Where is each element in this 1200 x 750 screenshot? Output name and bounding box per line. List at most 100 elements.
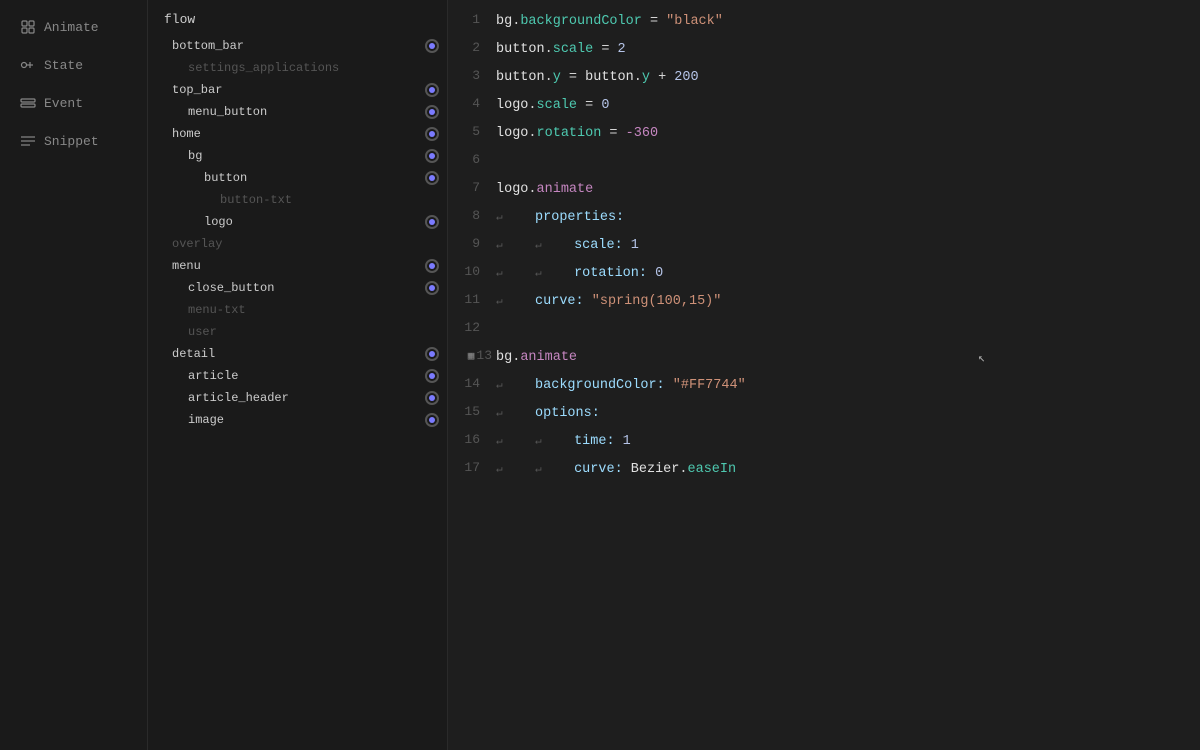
line-content-17: ↵ ↵ curve: Bezier.easeIn xyxy=(496,458,1200,480)
radio-bg[interactable] xyxy=(425,149,439,163)
code-line-1: 1 bg.backgroundColor = "black" xyxy=(448,8,1200,36)
cursor-icon: ↖ xyxy=(978,351,985,366)
nav-item-state[interactable]: State xyxy=(4,47,143,83)
nav-animate-label: Animate xyxy=(44,20,99,35)
snippet-icon xyxy=(20,133,36,149)
line-num-4: 4 xyxy=(448,94,496,111)
radio-article[interactable] xyxy=(425,369,439,383)
nav-sidebar: Animate State Event Snippet xyxy=(0,0,148,750)
code-line-11: 11 ↵ curve: "spring(100,15)" xyxy=(448,288,1200,316)
line-content-8: ↵ properties: xyxy=(496,206,1200,228)
radio-top-bar[interactable] xyxy=(425,83,439,97)
tree-item-detail[interactable]: detail xyxy=(148,343,447,365)
code-line-2: 2 button.scale = 2 xyxy=(448,36,1200,64)
code-line-6: 6 xyxy=(448,148,1200,176)
tree-label-close-button: close_button xyxy=(188,281,425,295)
code-editor[interactable]: 1 bg.backgroundColor = "black" 2 button.… xyxy=(448,0,1200,750)
line-num-2: 2 xyxy=(448,38,496,55)
line-content-16: ↵ ↵ time: 1 xyxy=(496,430,1200,452)
line-content-13: bg.animate xyxy=(496,346,1200,368)
line-num-12: 12 xyxy=(448,318,496,335)
line-num-3: 3 xyxy=(448,66,496,83)
line-content-3: button.y = button.y + 200 xyxy=(496,66,1200,88)
line-num-7: 7 xyxy=(448,178,496,195)
tree-label-detail: detail xyxy=(172,347,425,361)
tree-item-article-header[interactable]: article_header xyxy=(148,387,447,409)
code-line-13: ▦ 13 bg.animate ↖ xyxy=(448,344,1200,372)
tree-label-home: home xyxy=(172,127,425,141)
line-num-17: 17 xyxy=(448,458,496,475)
tree-label-user: user xyxy=(188,325,439,339)
tree-item-button[interactable]: button xyxy=(148,167,447,189)
nav-event-label: Event xyxy=(44,96,83,111)
radio-article-header[interactable] xyxy=(425,391,439,405)
line-num-16: 16 xyxy=(448,430,496,447)
radio-home[interactable] xyxy=(425,127,439,141)
tree-item-menu-button[interactable]: menu_button xyxy=(148,101,447,123)
line-content-14: ↵ backgroundColor: "#FF7744" xyxy=(496,374,1200,396)
tree-label-article: article xyxy=(188,369,425,383)
line-num-11: 11 xyxy=(448,290,496,307)
line-num-9: 9 xyxy=(448,234,496,251)
code-line-16: 16 ↵ ↵ time: 1 xyxy=(448,428,1200,456)
tree-sidebar: flow bottom_bar settings_applications to… xyxy=(148,0,448,750)
tree-label-settings-applications: settings_applications xyxy=(188,61,439,75)
radio-image[interactable] xyxy=(425,413,439,427)
line-num-13: ▦ 13 xyxy=(448,346,496,363)
code-line-17: 17 ↵ ↵ curve: Bezier.easeIn xyxy=(448,456,1200,484)
line-num-8: 8 xyxy=(448,206,496,223)
line-content-11: ↵ curve: "spring(100,15)" xyxy=(496,290,1200,312)
animate-icon xyxy=(20,19,36,35)
tree-label-article-header: article_header xyxy=(188,391,425,405)
line-num-1: 1 xyxy=(448,10,496,27)
radio-bottom-bar[interactable] xyxy=(425,39,439,53)
tree-item-menu[interactable]: menu xyxy=(148,255,447,277)
tree-item-bg[interactable]: bg xyxy=(148,145,447,167)
line-num-10: 10 xyxy=(448,262,496,279)
line-content-1: bg.backgroundColor = "black" xyxy=(496,10,1200,32)
line-content-9: ↵ ↵ scale: 1 xyxy=(496,234,1200,256)
radio-close-button[interactable] xyxy=(425,281,439,295)
code-line-7: 7 logo.animate xyxy=(448,176,1200,204)
tree-label-image: image xyxy=(188,413,425,427)
tree-item-logo[interactable]: logo xyxy=(148,211,447,233)
line-content-5: logo.rotation = -360 xyxy=(496,122,1200,144)
tree-label-button-txt: button-txt xyxy=(220,193,439,207)
line-content-10: ↵ ↵ rotation: 0 xyxy=(496,262,1200,284)
radio-menu-button[interactable] xyxy=(425,105,439,119)
nav-item-event[interactable]: Event xyxy=(4,85,143,121)
nav-item-animate[interactable]: Animate xyxy=(4,9,143,45)
code-line-5: 5 logo.rotation = -360 xyxy=(448,120,1200,148)
tree-item-settings-applications[interactable]: settings_applications xyxy=(148,57,447,79)
code-line-10: 10 ↵ ↵ rotation: 0 xyxy=(448,260,1200,288)
tree-item-menu-txt[interactable]: menu-txt xyxy=(148,299,447,321)
radio-logo[interactable] xyxy=(425,215,439,229)
tree-item-overlay[interactable]: overlay xyxy=(148,233,447,255)
code-line-4: 4 logo.scale = 0 xyxy=(448,92,1200,120)
line-content-6 xyxy=(496,150,1200,172)
tree-label-logo: logo xyxy=(204,215,425,229)
tree-item-top-bar[interactable]: top_bar xyxy=(148,79,447,101)
code-line-3: 3 button.y = button.y + 200 xyxy=(448,64,1200,92)
code-line-8: 8 ↵ properties: xyxy=(448,204,1200,232)
line-num-15: 15 xyxy=(448,402,496,419)
code-line-14: 14 ↵ backgroundColor: "#FF7744" xyxy=(448,372,1200,400)
radio-button[interactable] xyxy=(425,171,439,185)
tree-label-top-bar: top_bar xyxy=(172,83,425,97)
radio-detail[interactable] xyxy=(425,347,439,361)
nav-state-label: State xyxy=(44,58,83,73)
event-icon xyxy=(20,95,36,111)
radio-menu[interactable] xyxy=(425,259,439,273)
tree-header: flow xyxy=(148,0,447,35)
tree-item-user[interactable]: user xyxy=(148,321,447,343)
line-content-7: logo.animate xyxy=(496,178,1200,200)
nav-item-snippet[interactable]: Snippet xyxy=(4,123,143,159)
tree-item-image[interactable]: image xyxy=(148,409,447,431)
code-line-15: 15 ↵ options: xyxy=(448,400,1200,428)
tree-item-article[interactable]: article xyxy=(148,365,447,387)
tree-item-close-button[interactable]: close_button xyxy=(148,277,447,299)
tree-item-button-txt[interactable]: button-txt xyxy=(148,189,447,211)
tree-item-bottom-bar[interactable]: bottom_bar xyxy=(148,35,447,57)
line-content-12 xyxy=(496,318,1200,340)
tree-item-home[interactable]: home xyxy=(148,123,447,145)
